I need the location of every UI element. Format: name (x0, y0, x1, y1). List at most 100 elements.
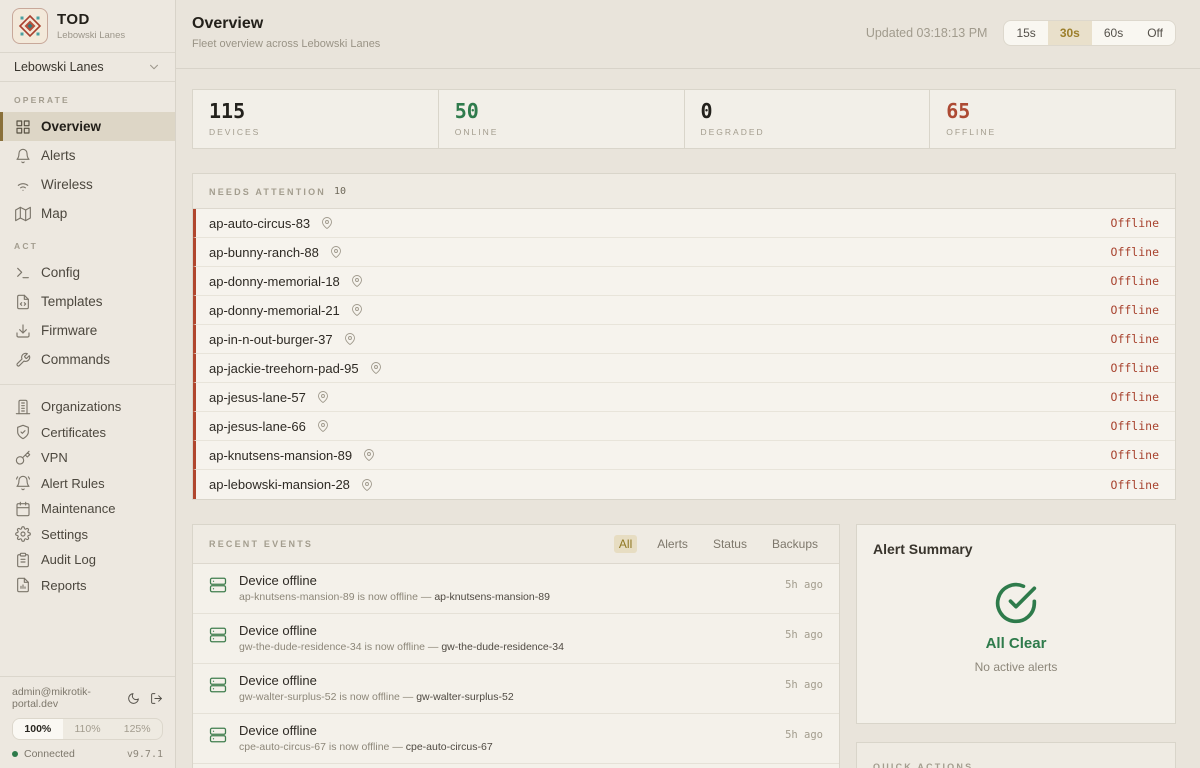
sidebar-item-overview[interactable]: Overview (0, 112, 175, 141)
sidebar-item-firmware[interactable]: Firmware (0, 316, 175, 345)
alert-summary-card: Alert Summary All Clear No active alerts (856, 524, 1176, 724)
event-description: gw-walter-surplus-52 is now offline — gw… (239, 691, 773, 703)
map-pin-icon[interactable] (351, 304, 363, 316)
attention-row[interactable]: ap-in-n-out-burger-37 Offline (193, 325, 1175, 354)
map-pin-icon[interactable] (321, 217, 333, 229)
interval-30s-button[interactable]: 30s (1048, 21, 1092, 45)
sidebar-item-wireless[interactable]: Wireless (0, 170, 175, 199)
map-pin-icon[interactable] (344, 333, 356, 345)
attention-row[interactable]: ap-donny-memorial-21 Offline (193, 296, 1175, 325)
connection-status-dot (12, 751, 18, 757)
attention-row[interactable]: ap-jesus-lane-66 Offline (193, 412, 1175, 441)
sidebar-item-config[interactable]: Config (0, 258, 175, 287)
sidebar-item-label: VPN (41, 450, 68, 465)
sidebar-item-certificates[interactable]: Certificates (0, 420, 175, 446)
zoom-125-button[interactable]: 125% (112, 719, 162, 739)
event-row[interactable]: Device offline gw-the-dude-residence-34 … (193, 614, 839, 664)
map-pin-icon[interactable] (317, 391, 329, 403)
sidebar-footer: admin@mikrotik-portal.dev 100% 110% 125%… (0, 676, 175, 768)
stat-degraded-label: DEGRADED (701, 127, 914, 137)
org-selector[interactable]: Lebowski Lanes (0, 53, 175, 82)
attention-row[interactable]: ap-donny-memorial-18 Offline (193, 267, 1175, 296)
stat-offline-label: OFFLINE (946, 127, 1159, 137)
interval-off-button[interactable]: Off (1135, 21, 1175, 45)
key-icon (15, 450, 31, 466)
tab-status[interactable]: Status (708, 535, 752, 553)
sidebar-item-organizations[interactable]: Organizations (0, 394, 175, 420)
sidebar-item-map[interactable]: Map (0, 199, 175, 228)
sidebar-item-vpn[interactable]: VPN (0, 445, 175, 471)
recent-events-title: RECENT EVENTS (209, 539, 313, 549)
status-badge: Offline (1111, 216, 1159, 230)
event-title: Device offline (239, 573, 773, 588)
status-badge: Offline (1111, 390, 1159, 404)
event-title: Device offline (239, 673, 773, 688)
event-row[interactable]: Device offline ap-knutsens-mansion-89 is… (193, 564, 839, 614)
map-icon (15, 206, 31, 222)
building-icon (15, 399, 31, 415)
attention-row[interactable]: ap-lebowski-mansion-28 Offline (193, 470, 1175, 499)
attention-row[interactable]: ap-auto-circus-83 Offline (193, 209, 1175, 238)
logout-icon[interactable] (150, 692, 163, 705)
status-badge: Offline (1111, 361, 1159, 375)
gear-icon (15, 526, 31, 542)
main-area: Overview Fleet overview across Lebowski … (176, 0, 1200, 768)
content: 115 DEVICES 50 ONLINE 0 DEGRADED 65 OFFL… (176, 69, 1200, 768)
sidebar-item-audit-log[interactable]: Audit Log (0, 547, 175, 573)
alert-summary-detail: No active alerts (873, 660, 1159, 674)
stat-online: 50 ONLINE (439, 90, 685, 148)
sidebar-item-label: Settings (41, 527, 88, 542)
sidebar-item-maintenance[interactable]: Maintenance (0, 496, 175, 522)
attention-row[interactable]: ap-jackie-treehorn-pad-95 Offline (193, 354, 1175, 383)
file-code-icon (15, 294, 31, 310)
event-row[interactable]: Device offline cpe-auto-circus-67 is now… (193, 714, 839, 764)
sidebar-item-alerts[interactable]: Alerts (0, 141, 175, 170)
sidebar-item-label: Config (41, 265, 80, 280)
brand-org-name: Lebowski Lanes (57, 30, 125, 41)
sidebar-item-commands[interactable]: Commands (0, 345, 175, 374)
event-device-name: gw-walter-surplus-52 (416, 691, 513, 703)
tab-all[interactable]: All (614, 535, 637, 553)
sidebar-item-templates[interactable]: Templates (0, 287, 175, 316)
updated-timestamp: Updated 03:18:13 PM (866, 26, 988, 40)
interval-15s-button[interactable]: 15s (1004, 21, 1047, 45)
tab-backups[interactable]: Backups (767, 535, 823, 553)
status-badge: Offline (1111, 419, 1159, 433)
server-icon (209, 626, 227, 644)
map-pin-icon[interactable] (317, 420, 329, 432)
zoom-100-button[interactable]: 100% (13, 719, 63, 739)
event-description: cpe-auto-circus-67 is now offline — cpe-… (239, 741, 773, 753)
tab-alerts[interactable]: Alerts (652, 535, 693, 553)
needs-attention-panel: NEEDS ATTENTION 10 ap-auto-circus-83 Off… (192, 173, 1176, 500)
attention-row[interactable]: ap-bunny-ranch-88 Offline (193, 238, 1175, 267)
clipboard-icon (15, 552, 31, 568)
dark-mode-toggle-moon-icon[interactable] (127, 692, 140, 705)
event-title: Device offline (239, 723, 773, 738)
event-row[interactable]: Device offline ap-bunny-ranch-88 is now … (193, 764, 839, 768)
stat-degraded-value: 0 (701, 99, 914, 123)
alert-summary-title: Alert Summary (873, 541, 1159, 557)
interval-60s-button[interactable]: 60s (1092, 21, 1135, 45)
sidebar-item-label: Templates (41, 294, 103, 309)
zoom-110-button[interactable]: 110% (63, 719, 113, 739)
attention-row[interactable]: ap-jesus-lane-57 Offline (193, 383, 1175, 412)
attention-row[interactable]: ap-knutsens-mansion-89 Offline (193, 441, 1175, 470)
sidebar-item-label: Commands (41, 352, 110, 367)
sidebar-item-settings[interactable]: Settings (0, 522, 175, 548)
sidebar-item-alert-rules[interactable]: Alert Rules (0, 471, 175, 497)
status-badge: Offline (1111, 478, 1159, 492)
map-pin-icon[interactable] (351, 275, 363, 287)
server-icon (209, 576, 227, 594)
needs-attention-title: NEEDS ATTENTION (209, 187, 326, 197)
map-pin-icon[interactable] (361, 479, 373, 491)
sidebar-item-reports[interactable]: Reports (0, 573, 175, 599)
map-pin-icon[interactable] (370, 362, 382, 374)
device-name: ap-lebowski-mansion-28 (209, 477, 350, 492)
brand: TOD Lebowski Lanes (0, 0, 175, 53)
event-row[interactable]: Device offline gw-walter-surplus-52 is n… (193, 664, 839, 714)
map-pin-icon[interactable] (363, 449, 375, 461)
org-selector-value: Lebowski Lanes (14, 60, 104, 74)
stat-online-value: 50 (455, 99, 668, 123)
stat-devices-value: 115 (209, 99, 422, 123)
map-pin-icon[interactable] (330, 246, 342, 258)
